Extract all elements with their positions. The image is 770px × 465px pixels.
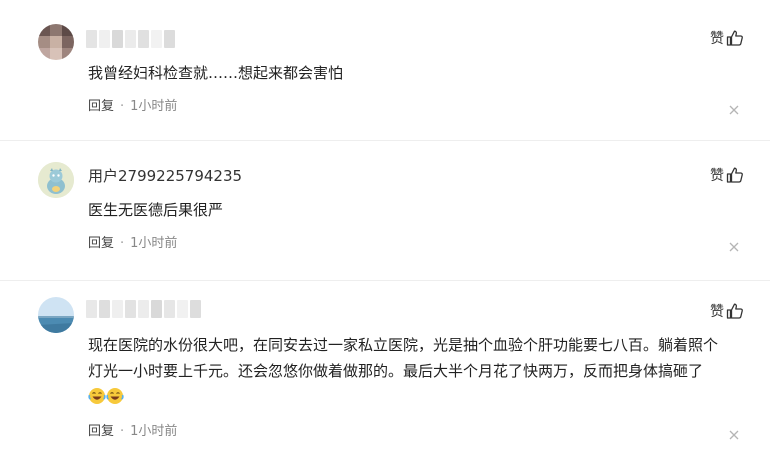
thumbs-up-icon — [726, 166, 744, 184]
comment-item: 赞 现在医院的水份很大吧，在同安去过一家私立医院，光是抽个血验个肝功能要七八百。… — [0, 280, 770, 465]
like-button[interactable]: 赞 — [710, 28, 744, 48]
close-icon[interactable] — [728, 238, 740, 252]
comment-text: 我曾经妇科检查就……想起来都会害怕 — [88, 64, 344, 82]
separator-dot: · — [120, 236, 125, 251]
avatar[interactable] — [38, 297, 74, 333]
like-button[interactable]: 赞 — [710, 301, 744, 321]
comment-meta: 回复 · 1小时前 — [88, 235, 177, 253]
comment-text: 医生无医德后果很严 — [88, 201, 224, 219]
thumbs-up-icon — [726, 302, 744, 320]
username-blurred[interactable] — [86, 30, 175, 48]
comment-meta: 回复 · 1小时前 — [88, 423, 177, 441]
like-label: 赞 — [710, 168, 724, 184]
like-label: 赞 — [710, 31, 724, 47]
avatar[interactable] — [38, 162, 74, 198]
close-icon[interactable] — [728, 426, 740, 440]
laughing-crying-emoji-icon — [88, 387, 106, 405]
username-blurred[interactable] — [86, 300, 201, 318]
like-label: 赞 — [710, 304, 724, 320]
username[interactable]: 用户2799225794235 — [88, 166, 242, 186]
reply-button[interactable]: 回复 — [88, 235, 114, 253]
reply-button[interactable]: 回复 — [88, 423, 114, 441]
comment-item: 赞 我曾经妇科检查就……想起来都会害怕 回复 · 1小时前 — [0, 0, 770, 140]
timestamp: 1小时前 — [130, 236, 178, 251]
comment-meta: 回复 · 1小时前 — [88, 98, 177, 116]
like-button[interactable]: 赞 — [710, 165, 744, 185]
timestamp: 1小时前 — [130, 99, 178, 114]
comment-text-body: 现在医院的水份很大吧，在同安去过一家私立医院，光是抽个血验个肝功能要七八百。躺着… — [88, 336, 719, 380]
comment-text: 现在医院的水份很大吧，在同安去过一家私立医院，光是抽个血验个肝功能要七八百。躺着… — [88, 332, 718, 410]
separator-dot: · — [120, 99, 125, 114]
avatar[interactable] — [38, 24, 74, 60]
comment-item: 用户2799225794235 赞 医生无医德后果很严 回复 · 1小时前 — [0, 140, 770, 281]
close-icon[interactable] — [728, 101, 740, 115]
timestamp: 1小时前 — [130, 424, 178, 439]
thumbs-up-icon — [726, 29, 744, 47]
separator-dot: · — [120, 424, 125, 439]
laughing-crying-emoji-icon — [106, 387, 124, 405]
reply-button[interactable]: 回复 — [88, 98, 114, 116]
